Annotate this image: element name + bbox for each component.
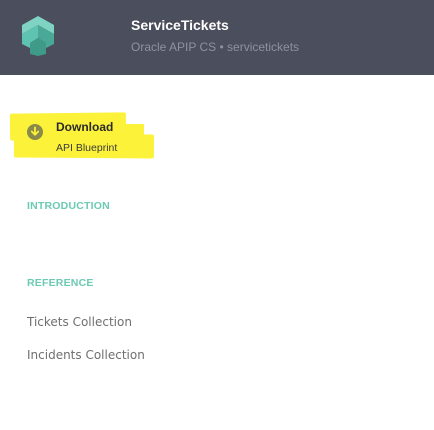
page: ServiceTickets Oracle APIP CS • servicet… xyxy=(0,0,434,430)
nav-section-introduction[interactable]: INTRODUCTION xyxy=(27,200,110,212)
download-label: Download xyxy=(56,120,114,134)
nav-section-reference[interactable]: REFERENCE xyxy=(27,277,94,289)
nav-item-incidents-collection[interactable]: Incidents Collection xyxy=(27,348,145,362)
header-bar: ServiceTickets Oracle APIP CS • servicet… xyxy=(0,0,434,75)
download-api-blueprint-button[interactable]: Download API Blueprint xyxy=(26,117,150,157)
download-icon xyxy=(27,124,43,140)
nav-item-tickets-collection[interactable]: Tickets Collection xyxy=(27,315,132,329)
apiary-logo-icon[interactable] xyxy=(18,14,58,56)
download-sublabel: API Blueprint xyxy=(56,142,118,154)
app-subtitle: Oracle APIP CS • servicetickets xyxy=(131,40,300,54)
app-title[interactable]: ServiceTickets xyxy=(131,17,229,33)
